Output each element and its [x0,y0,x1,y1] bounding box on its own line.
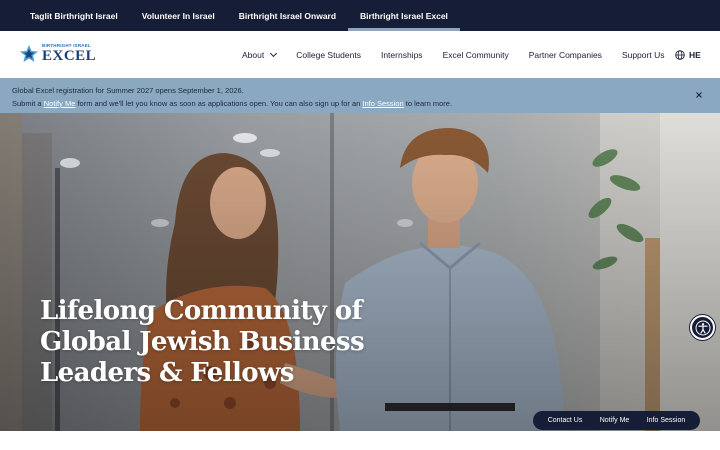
floating-cta-bar: Contact Us Notify Me Info Session [533,411,700,430]
info-session-link[interactable]: Info Session [362,99,403,108]
logo-star-icon [20,45,38,62]
announcement-text-post: to learn more. [403,99,453,108]
notify-me-link[interactable]: Notify Me [44,99,76,108]
top-site-bar: Taglit Birthright Israel Volunteer In Is… [0,0,720,31]
announcement-line-1: Global Excel registration for Summer 202… [12,86,244,95]
notify-me-button[interactable]: Notify Me [600,417,630,424]
contact-us-button[interactable]: Contact Us [548,417,583,424]
page-bottom-strip [0,431,720,450]
nav-item-partner-companies[interactable]: Partner Companies [529,50,602,60]
accessibility-icon [695,320,710,335]
chevron-down-icon [270,49,278,57]
announcement-text-mid: form and we'll let you know as soon as a… [75,99,363,108]
accessibility-button[interactable] [690,315,715,340]
nav-item-support-us[interactable]: Support Us [622,50,665,60]
hero-title: Lifelong Community of Global Jewish Busi… [40,296,370,389]
language-label: HE [689,49,701,60]
announcement-text-pre: Submit a [12,99,44,108]
topbar-link-taglit[interactable]: Taglit Birthright Israel [18,0,130,31]
globe-icon [675,49,685,60]
nav-item-about[interactable]: About [242,49,278,60]
announcement-banner: Global Excel registration for Summer 202… [0,78,720,113]
site-logo[interactable]: BIRTHRIGHT ISRAEL EXCEL [19,40,99,68]
hero-title-line-3: Leaders & Fellows [40,358,294,388]
topbar-link-excel[interactable]: Birthright Israel Excel [348,0,460,31]
hero-section: Lifelong Community of Global Jewish Busi… [0,113,720,431]
topbar-link-onward[interactable]: Birthright Israel Onward [227,0,348,31]
info-session-button[interactable]: Info Session [647,417,686,424]
hero-title-line-1: Lifelong Community of [40,296,363,326]
nav-item-college-students[interactable]: College Students [296,50,361,60]
nav-item-excel-community[interactable]: Excel Community [443,50,509,60]
logo-big-text: EXCEL [42,47,97,64]
nav-item-internships[interactable]: Internships [381,50,423,60]
hero-title-line-2: Global Jewish Business [40,327,365,357]
language-switch[interactable]: HE [675,31,701,78]
close-icon[interactable] [694,90,704,100]
topbar-link-volunteer[interactable]: Volunteer In Israel [130,0,227,31]
announcement-line-2: Submit a Notify Me form and we'll let yo… [12,97,708,110]
nav-item-about-label: About [242,49,265,60]
main-header: BIRTHRIGHT ISRAEL EXCEL About College St… [0,31,720,78]
main-nav: About College Students Internships Excel… [232,31,674,78]
